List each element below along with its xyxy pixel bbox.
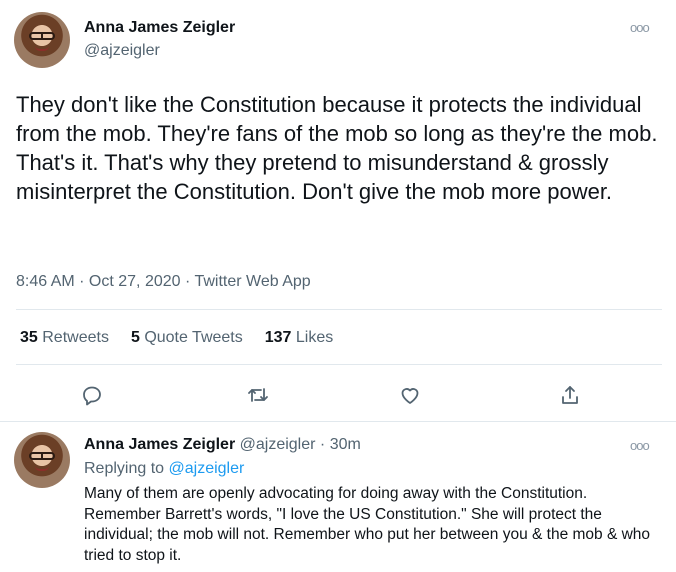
reply-time[interactable]: 30m (330, 436, 361, 453)
avatar[interactable] (14, 12, 70, 68)
reply-author-handle[interactable]: @ajzeigler (240, 436, 316, 453)
reply-header: Anna James Zeigler @ajzeigler · 30m (84, 436, 361, 454)
quote-label: Quote Tweets (144, 329, 243, 346)
reply-author-name[interactable]: Anna James Zeigler (84, 436, 235, 453)
action-bar (0, 383, 676, 411)
reply-separator: · (319, 436, 326, 453)
retweets-label: Retweets (42, 329, 109, 346)
retweets-stat[interactable]: 35 Retweets (20, 329, 109, 347)
avatar[interactable] (14, 432, 70, 488)
author-handle[interactable]: @ajzeigler (84, 42, 160, 60)
retweets-count: 35 (20, 329, 38, 346)
smile-graphic (35, 46, 49, 51)
quote-tweets-stat[interactable]: 5 Quote Tweets (131, 329, 243, 347)
quote-count: 5 (130, 329, 140, 346)
divider (16, 309, 662, 310)
glasses-graphic (29, 32, 55, 40)
smile-graphic (35, 466, 49, 471)
glasses-graphic (29, 452, 55, 460)
tweet-timestamp[interactable]: 8:46 AM · Oct 27, 2020 · Twitter Web App (16, 273, 311, 291)
likes-stat[interactable]: 137 Likes (265, 329, 334, 347)
more-options-icon[interactable]: ooo (630, 438, 650, 453)
replying-to: Replying to @ajzeigler (84, 460, 244, 478)
retweet-icon[interactable] (246, 383, 270, 407)
replying-prefix: Replying to (84, 460, 165, 477)
like-icon[interactable] (398, 383, 422, 407)
reply-icon[interactable] (80, 383, 104, 407)
tweet-text: They don't like the Constitution because… (16, 92, 658, 204)
replying-handle-link[interactable]: @ajzeigler (169, 460, 245, 477)
likes-count: 137 (264, 329, 292, 346)
reply-text: Many of them are openly advocating for d… (84, 485, 651, 564)
likes-label: Likes (295, 329, 334, 346)
tweet-stats: 35 Retweets 5 Quote Tweets 137 Likes (20, 329, 333, 347)
author-name[interactable]: Anna James Zeigler (84, 19, 235, 37)
share-icon[interactable] (558, 383, 582, 407)
more-options-icon[interactable]: ooo (630, 20, 650, 35)
divider (0, 421, 676, 422)
divider (16, 364, 662, 365)
